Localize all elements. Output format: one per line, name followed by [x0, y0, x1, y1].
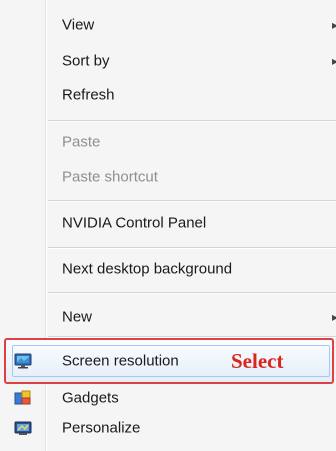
menu-separator	[48, 247, 336, 249]
menu-item-new[interactable]: New ▸	[0, 302, 336, 332]
menu-item-label: Gadgets	[62, 389, 119, 407]
menu-item-gadgets[interactable]: Gadgets	[0, 383, 336, 413]
menu-item-paste[interactable]: Paste	[0, 127, 336, 157]
menu-item-screen-resolution[interactable]: Screen resolution	[0, 346, 336, 376]
menu-item-paste-shortcut[interactable]: Paste shortcut	[0, 162, 336, 192]
menu-item-personalize[interactable]: Personalize	[0, 413, 336, 443]
menu-separator	[48, 200, 336, 202]
monitor-icon	[14, 353, 32, 369]
submenu-arrow-icon: ▸	[331, 54, 336, 68]
desktop-context-menu: View ▸ Sort by ▸ Refresh Paste Paste sho…	[0, 0, 336, 451]
select-annotation: Select	[231, 349, 284, 373]
submenu-arrow-icon: ▸	[331, 310, 336, 324]
menu-item-label: View	[62, 16, 95, 34]
gadgets-icon	[14, 390, 32, 406]
menu-item-label: Paste	[62, 133, 101, 151]
menu-item-label: New	[62, 308, 93, 326]
menu-item-view[interactable]: View ▸	[0, 10, 336, 40]
menu-item-sort-by[interactable]: Sort by ▸	[0, 46, 336, 76]
menu-item-label: Refresh	[62, 86, 115, 104]
menu-separator	[48, 120, 336, 122]
menu-separator	[48, 336, 336, 338]
menu-separator	[48, 292, 336, 294]
menu-item-label: Sort by	[62, 52, 110, 70]
menu-item-label: Screen resolution	[62, 352, 179, 370]
menu-item-label: Paste shortcut	[62, 168, 158, 186]
menu-item-next-desktop-background[interactable]: Next desktop background	[0, 254, 336, 284]
menu-item-refresh[interactable]: Refresh	[0, 80, 336, 110]
personalize-icon	[14, 420, 32, 436]
menu-item-label: NVIDIA Control Panel	[62, 214, 207, 232]
menu-item-label: Next desktop background	[62, 260, 233, 278]
menu-item-label: Personalize	[62, 419, 141, 437]
submenu-arrow-icon: ▸	[331, 18, 336, 32]
menu-item-nvidia-control-panel[interactable]: NVIDIA Control Panel	[0, 208, 336, 238]
